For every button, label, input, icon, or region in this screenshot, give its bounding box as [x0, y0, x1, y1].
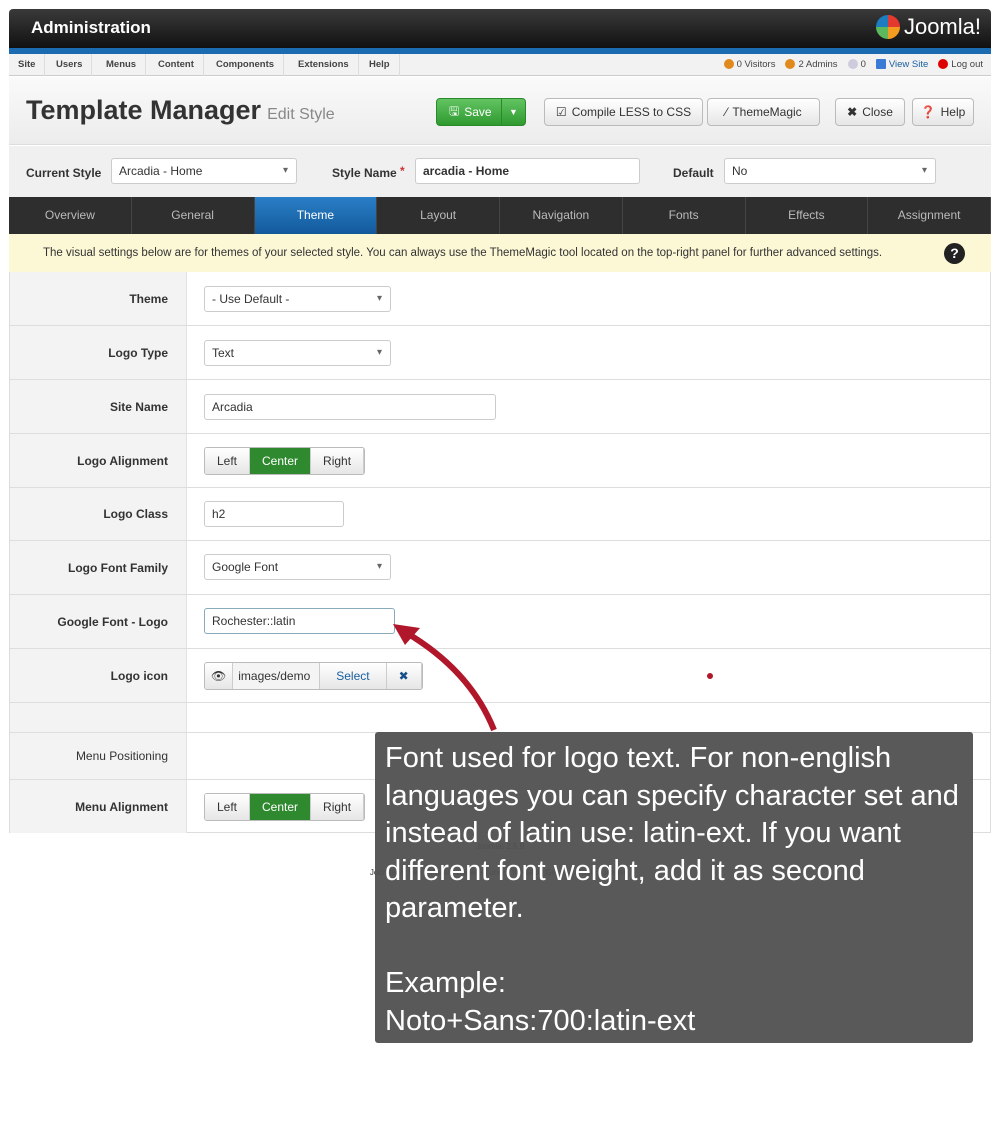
tooltip: Font used for logo text. For non-english… — [375, 732, 973, 1043]
arrow-line — [403, 629, 497, 732]
